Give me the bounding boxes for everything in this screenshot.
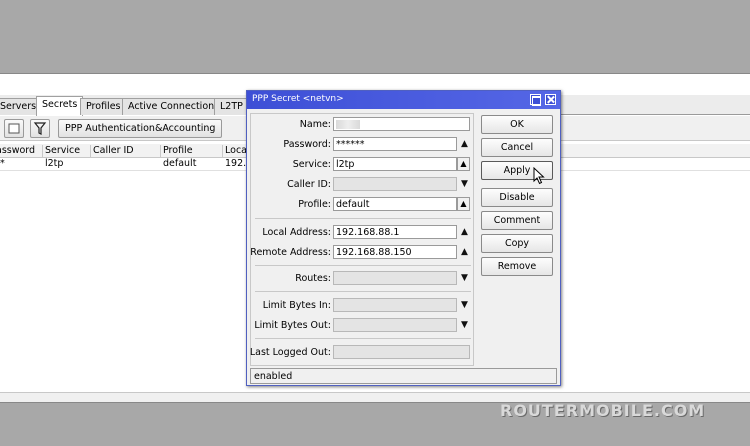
dialog-title: PPP Secret <netvn> <box>252 94 344 104</box>
remove-button[interactable]: Remove <box>481 257 553 276</box>
copy-icon <box>8 123 20 134</box>
tab-profiles[interactable]: Profiles <box>80 98 127 115</box>
row-limit-bytes-in: Limit Bytes In: ▼ <box>251 298 475 314</box>
divider <box>255 338 471 339</box>
row-limit-bytes-out: Limit Bytes Out: ▼ <box>251 318 475 334</box>
row-remote-address: Remote Address: 192.168.88.150 ▲ <box>250 245 475 261</box>
filter-icon <box>33 122 47 135</box>
tab-active-connections[interactable]: Active Connections <box>122 98 226 115</box>
dialog-status-bar: enabled <box>250 368 557 384</box>
mouse-cursor-icon <box>533 167 545 185</box>
copy-toolbar-button[interactable] <box>4 119 24 138</box>
ppp-auth-accounting-button[interactable]: PPP Authentication&Accounting <box>58 119 223 138</box>
comment-button[interactable]: Comment <box>481 211 553 230</box>
divider <box>255 218 471 219</box>
limit-bytes-out-label: Limit Bytes Out: <box>254 320 331 331</box>
column-password[interactable]: assword <box>0 145 44 157</box>
name-field[interactable] <box>333 117 470 131</box>
service-select[interactable]: l2tp <box>333 157 457 171</box>
dropdown-icon[interactable]: ▲ <box>457 157 470 171</box>
dialog-titlebar[interactable]: PPP Secret <netvn> <box>247 91 560 109</box>
ok-button[interactable]: OK <box>481 115 553 134</box>
limit-bytes-out-field[interactable] <box>333 318 457 332</box>
service-label: Service: <box>292 159 331 170</box>
copy-button[interactable]: Copy <box>481 234 553 253</box>
password-field[interactable]: ****** <box>333 137 457 151</box>
secret-form: Name: Password: ****** ▲ Service: l2tp ▲… <box>250 113 474 366</box>
disable-button[interactable]: Disable <box>481 188 553 207</box>
routes-field[interactable] <box>333 271 457 285</box>
password-label: Password: <box>283 139 331 150</box>
row-password: Password: ****** ▲ <box>251 137 475 153</box>
row-last-logged-out: Last Logged Out: <box>249 345 475 361</box>
remote-address-field[interactable]: 192.168.88.150 <box>333 245 457 259</box>
row-routes: Routes: ▼ <box>251 271 475 287</box>
maximize-icon[interactable] <box>530 94 541 106</box>
remote-address-label: Remote Address: <box>250 247 331 258</box>
routes-label: Routes: <box>295 273 331 284</box>
local-address-label: Local Address: <box>262 227 331 238</box>
ppp-secret-dialog: PPP Secret <netvn> Name: Password: *****… <box>246 90 561 386</box>
collapse-up-icon[interactable]: ▲ <box>459 139 470 150</box>
row-local-address: Local Address: 192.168.88.1 ▲ <box>251 225 475 241</box>
expand-down-icon[interactable]: ▼ <box>459 273 470 284</box>
row-profile: Profile: default ▲ <box>251 197 475 213</box>
expand-down-icon[interactable]: ▼ <box>459 179 470 190</box>
caller-id-field[interactable] <box>333 177 457 191</box>
profile-select[interactable]: default <box>333 197 457 211</box>
column-service[interactable]: Service <box>42 145 90 157</box>
local-address-field[interactable]: 192.168.88.1 <box>333 225 457 239</box>
divider <box>255 265 471 266</box>
column-profile[interactable]: Profile <box>160 145 222 157</box>
cell-service: l2tp <box>45 158 64 169</box>
limit-bytes-in-field[interactable] <box>333 298 457 312</box>
expand-down-icon[interactable]: ▼ <box>459 300 470 311</box>
row-caller-id: Caller ID: ▼ <box>251 177 475 193</box>
expand-down-icon[interactable]: ▼ <box>459 320 470 331</box>
profile-label: Profile: <box>298 199 331 210</box>
close-icon[interactable] <box>545 94 556 105</box>
last-logged-out-field <box>333 345 470 359</box>
row-service: Service: l2tp ▲ <box>251 157 475 173</box>
name-blurred-value <box>336 120 360 129</box>
last-logged-out-label: Last Logged Out: <box>249 347 331 358</box>
collapse-up-icon[interactable]: ▲ <box>459 227 470 238</box>
row-name: Name: <box>251 117 475 133</box>
cell-profile: default <box>163 158 197 169</box>
dropdown-icon[interactable]: ▲ <box>457 197 470 211</box>
collapse-up-icon[interactable]: ▲ <box>459 247 470 258</box>
cell-password: * <box>0 158 5 169</box>
name-label: Name: <box>299 119 331 130</box>
divider <box>255 291 471 292</box>
filter-button[interactable] <box>30 119 50 138</box>
watermark-text: ROUTERMOBILE.COM <box>500 401 706 420</box>
column-caller-id[interactable]: Caller ID <box>90 145 160 157</box>
tab-secrets[interactable]: Secrets <box>36 96 84 116</box>
limit-bytes-in-label: Limit Bytes In: <box>262 300 331 311</box>
cancel-button[interactable]: Cancel <box>481 138 553 157</box>
caller-id-label: Caller ID: <box>287 179 331 190</box>
